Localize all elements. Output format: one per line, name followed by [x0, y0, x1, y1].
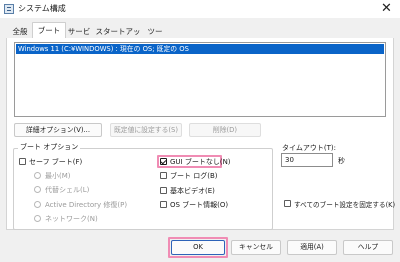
boot-log-label: ブート ログ(B) [170, 172, 218, 180]
tab-services[interactable]: サービス [66, 25, 92, 49]
os-boot-info-checkbox[interactable] [160, 201, 167, 208]
timeout-unit: 秒 [338, 157, 345, 165]
ok-button[interactable]: OK [171, 240, 225, 255]
os-list-item-selected[interactable]: Windows 11 (C:¥WINDOWS) : 現在の OS; 既定の OS [16, 44, 384, 54]
tab-startup[interactable]: スタートアップ [93, 25, 143, 49]
base-video-checkbox[interactable] [160, 187, 167, 194]
boot-log-checkbox[interactable] [160, 172, 167, 179]
network-radio[interactable] [34, 215, 41, 222]
minimal-radio[interactable] [34, 172, 41, 179]
alternate-shell-radio[interactable] [34, 186, 41, 193]
cancel-button[interactable]: キャンセル [231, 240, 281, 255]
no-gui-boot-label: GUI ブートなし(N) [170, 158, 231, 166]
help-button[interactable]: ヘルプ [343, 240, 393, 255]
msconfig-icon [4, 4, 14, 14]
tab-boot[interactable]: ブート [32, 22, 66, 39]
delete-button[interactable]: 削除(D) [189, 123, 261, 137]
advanced-options-button[interactable]: 詳細オプション(V)... [14, 123, 102, 137]
active-directory-label: Active Directory 修復(P) [45, 201, 128, 209]
os-list[interactable]: Windows 11 (C:¥WINDOWS) : 現在の OS; 既定の OS [14, 42, 386, 117]
window-title: システム構成 [18, 4, 66, 13]
tab-tools[interactable]: ツール [144, 25, 166, 49]
make-permanent-label: すべてのブート設定を固定する(K) [294, 201, 396, 209]
timeout-input[interactable]: 30 [281, 153, 333, 167]
make-permanent-checkbox[interactable] [284, 200, 291, 207]
os-boot-info-label: OS ブート情報(O) [170, 201, 229, 209]
close-icon[interactable]: ✕ [381, 1, 392, 16]
network-label: ネットワーク(N) [45, 215, 98, 223]
tab-general[interactable]: 全般 [9, 25, 31, 39]
safe-boot-checkbox[interactable] [19, 158, 26, 165]
safe-boot-label: セーフ ブート(F) [29, 158, 83, 166]
active-directory-radio[interactable] [34, 201, 41, 208]
minimal-label: 最小(M) [45, 172, 71, 180]
base-video-label: 基本ビデオ(E) [170, 187, 215, 195]
no-gui-boot-checkbox[interactable] [160, 158, 167, 165]
boot-options-title: ブート オプション [18, 142, 81, 152]
alternate-shell-label: 代替シェル(L) [45, 186, 90, 194]
set-default-button[interactable]: 既定値に設定する(S) [110, 123, 182, 137]
timeout-label: タイムアウト(T): [282, 144, 336, 152]
apply-button[interactable]: 適用(A) [287, 240, 337, 255]
